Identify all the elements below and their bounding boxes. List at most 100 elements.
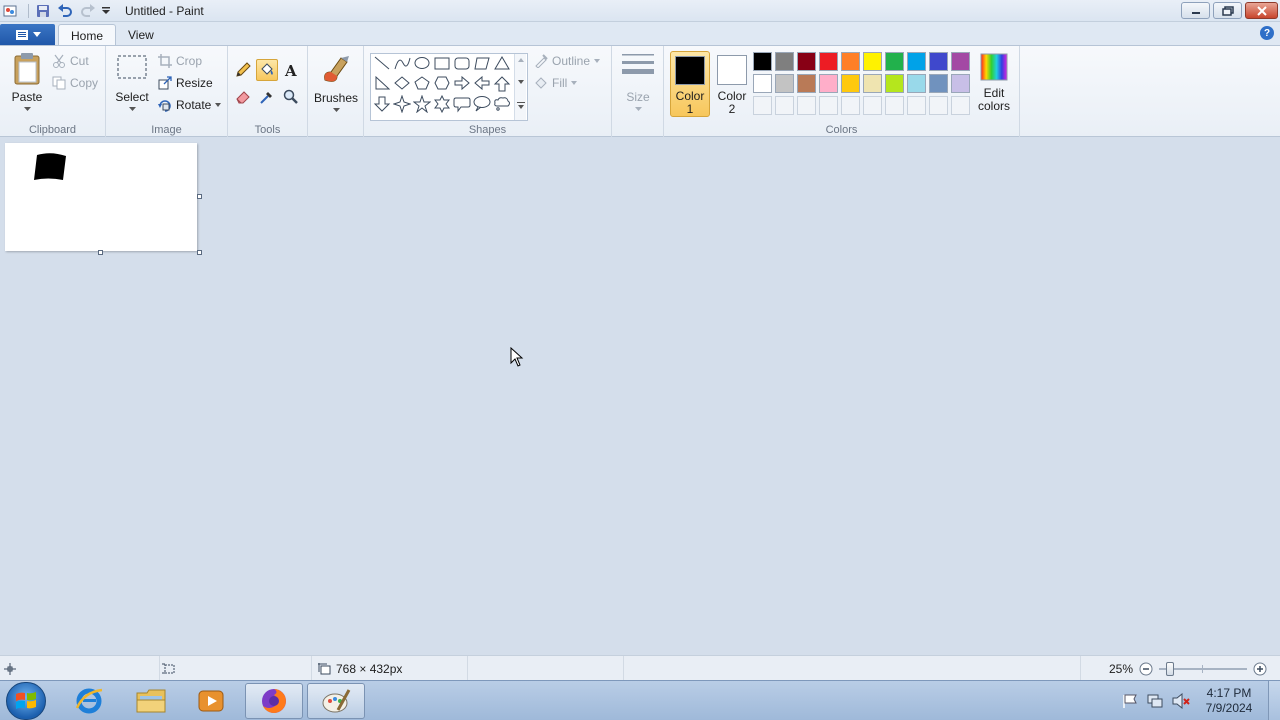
shape-rounded-rectangle[interactable] — [452, 54, 472, 74]
shape-right-arrow[interactable] — [452, 74, 472, 94]
palette-color-swatch[interactable] — [819, 52, 838, 71]
system-clock[interactable]: 4:17 PM 7/9/2024 — [1199, 686, 1259, 716]
resize-button[interactable]: Resize — [158, 74, 213, 92]
palette-color-swatch[interactable] — [797, 52, 816, 71]
custom-color-slot[interactable] — [841, 96, 860, 115]
shape-hexagon[interactable] — [432, 74, 452, 94]
magnifier-tool[interactable] — [280, 86, 302, 108]
zoom-out-icon[interactable] — [1139, 662, 1153, 676]
outline-button[interactable]: Outline — [534, 52, 601, 70]
taskbar-media-player[interactable] — [182, 683, 240, 719]
color-picker-tool[interactable] — [256, 86, 278, 108]
shape-left-arrow[interactable] — [472, 74, 492, 94]
brushes-button[interactable]: Brushes — [314, 52, 358, 118]
pencil-tool[interactable] — [232, 59, 254, 81]
cut-button[interactable]: Cut — [52, 52, 89, 70]
paste-button[interactable]: Paste — [8, 52, 46, 118]
custom-color-slot[interactable] — [753, 96, 772, 115]
taskbar-firefox[interactable] — [245, 683, 303, 719]
palette-color-swatch[interactable] — [863, 52, 882, 71]
fill-bucket-tool[interactable] — [256, 59, 278, 81]
shape-up-arrow[interactable] — [492, 74, 512, 94]
drawing-canvas[interactable] — [5, 143, 197, 251]
palette-color-swatch[interactable] — [885, 52, 904, 71]
custom-color-slot[interactable] — [951, 96, 970, 115]
palette-color-swatch[interactable] — [951, 52, 970, 71]
copy-button[interactable]: Copy — [52, 74, 98, 92]
show-desktop-button[interactable] — [1268, 681, 1280, 720]
resize-handle-bottom[interactable] — [98, 250, 103, 255]
shape-rounded-callout[interactable] — [452, 94, 472, 114]
custom-color-slot[interactable] — [797, 96, 816, 115]
custom-color-slot[interactable] — [775, 96, 794, 115]
network-icon[interactable] — [1147, 693, 1163, 709]
shapes-gallery-scroll[interactable] — [514, 54, 526, 120]
palette-color-swatch[interactable] — [907, 52, 926, 71]
taskbar-paint[interactable] — [307, 683, 365, 719]
size-button[interactable]: Size — [618, 52, 658, 118]
tab-view[interactable]: View — [116, 24, 166, 46]
select-button[interactable]: Select — [114, 52, 150, 118]
shape-diamond[interactable] — [392, 74, 412, 94]
custom-color-slot[interactable] — [929, 96, 948, 115]
shape-pentagon[interactable] — [412, 74, 432, 94]
palette-color-swatch[interactable] — [929, 52, 948, 71]
zoom-slider[interactable] — [1159, 661, 1248, 676]
custom-color-slot[interactable] — [907, 96, 926, 115]
shape-cloud-callout[interactable] — [492, 94, 512, 114]
close-button[interactable] — [1245, 2, 1278, 19]
custom-color-slot[interactable] — [819, 96, 838, 115]
canvas-workspace[interactable] — [0, 137, 1280, 655]
edit-colors-button[interactable]: Edit colors — [974, 52, 1014, 118]
palette-color-swatch[interactable] — [863, 74, 882, 93]
palette-color-swatch[interactable] — [907, 74, 926, 93]
zoom-slider-thumb[interactable] — [1166, 661, 1175, 676]
text-tool[interactable]: A — [280, 59, 302, 81]
redo-icon[interactable] — [80, 3, 96, 19]
restore-button[interactable] — [1213, 2, 1242, 19]
shape-right-triangle[interactable] — [372, 74, 392, 94]
shape-six-point-star[interactable] — [432, 94, 452, 114]
shape-polygon[interactable] — [472, 54, 492, 74]
undo-icon[interactable] — [57, 3, 73, 19]
shape-triangle[interactable] — [492, 54, 512, 74]
resize-handle-corner[interactable] — [197, 250, 202, 255]
color2-button[interactable]: Color 2 — [712, 51, 752, 117]
crop-button[interactable]: Crop — [158, 52, 202, 70]
help-icon[interactable]: ? — [1260, 26, 1274, 40]
palette-color-swatch[interactable] — [819, 74, 838, 93]
resize-handle-right[interactable] — [197, 194, 202, 199]
color1-button[interactable]: Color 1 — [670, 51, 710, 117]
customize-quick-access-icon[interactable] — [98, 3, 114, 19]
shape-line[interactable] — [372, 54, 392, 74]
shape-rectangle[interactable] — [432, 54, 452, 74]
tab-home[interactable]: Home — [58, 24, 117, 47]
volume-muted-icon[interactable] — [1172, 693, 1190, 709]
shape-curve[interactable] — [392, 54, 412, 74]
custom-color-slot[interactable] — [863, 96, 882, 115]
rotate-button[interactable]: Rotate — [158, 96, 222, 114]
start-button[interactable] — [6, 682, 46, 720]
eraser-tool[interactable] — [232, 86, 254, 108]
file-menu-button[interactable] — [0, 24, 55, 46]
palette-color-swatch[interactable] — [753, 74, 772, 93]
palette-color-swatch[interactable] — [775, 52, 794, 71]
palette-color-swatch[interactable] — [951, 74, 970, 93]
palette-color-swatch[interactable] — [797, 74, 816, 93]
palette-color-swatch[interactable] — [841, 52, 860, 71]
minimize-button[interactable] — [1181, 2, 1210, 19]
shape-oval[interactable] — [412, 54, 432, 74]
fill-button[interactable]: Fill — [534, 74, 578, 92]
action-center-flag-icon[interactable] — [1122, 694, 1138, 708]
shape-five-point-star[interactable] — [412, 94, 432, 114]
palette-color-swatch[interactable] — [929, 74, 948, 93]
palette-color-swatch[interactable] — [775, 74, 794, 93]
taskbar-internet-explorer[interactable] — [60, 683, 118, 719]
custom-color-slot[interactable] — [885, 96, 904, 115]
palette-color-swatch[interactable] — [841, 74, 860, 93]
shape-four-point-star[interactable] — [392, 94, 412, 114]
zoom-in-icon[interactable] — [1253, 662, 1267, 676]
shape-oval-callout[interactable] — [472, 94, 492, 114]
taskbar-file-explorer[interactable] — [122, 683, 180, 719]
palette-color-swatch[interactable] — [885, 74, 904, 93]
